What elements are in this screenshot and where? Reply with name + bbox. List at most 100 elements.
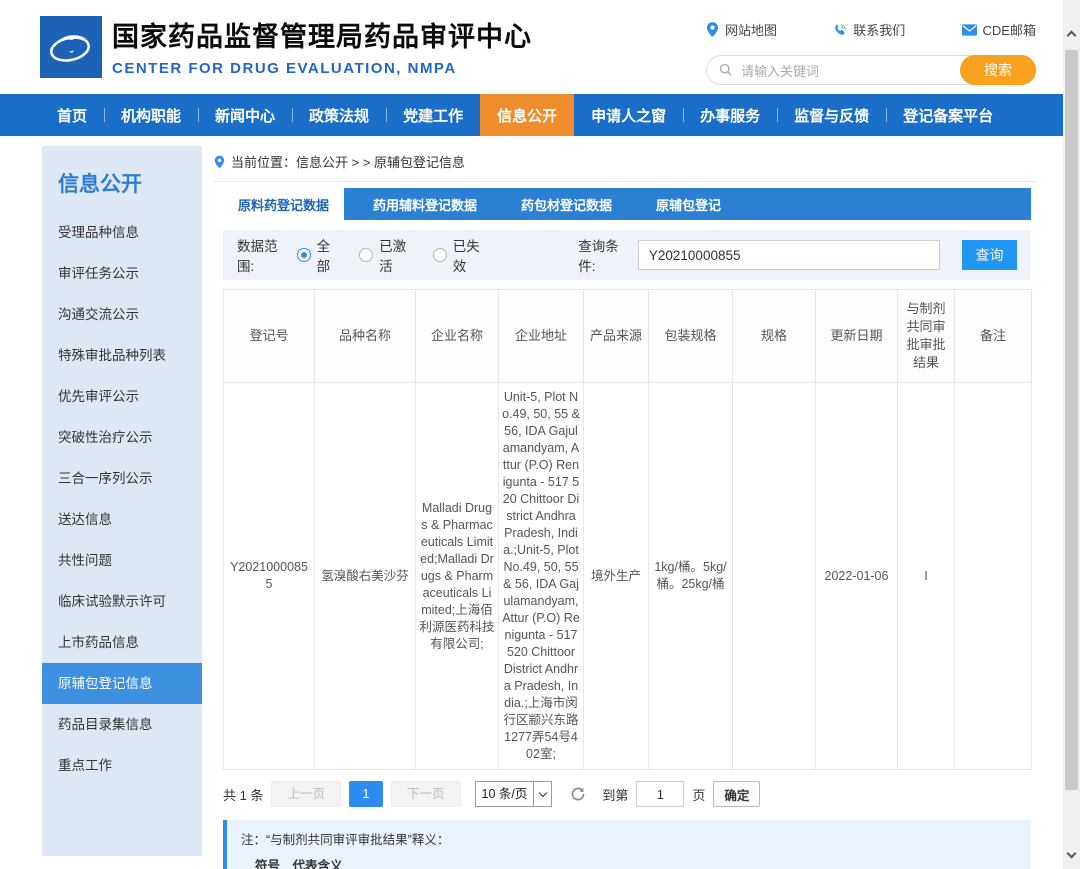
main-content: 当前位置：信息公开 > > 原辅包登记信息 原料药登记数据 药用辅料登记数据 药…: [214, 146, 1036, 869]
nav-item-registration-platform[interactable]: 登记备案平台: [886, 94, 1010, 136]
nav-item-news[interactable]: 新闻中心: [198, 94, 292, 136]
breadcrumb-pin-icon: [214, 155, 225, 169]
tab-api-data[interactable]: 原料药登记数据: [223, 188, 344, 220]
header: 国家药品监督管理局药品审评中心 CENTER FOR DRUG EVALUATI…: [0, 0, 1080, 94]
sidebar-item-three-in-one[interactable]: 三合一序列公示: [42, 458, 202, 499]
sidebar-item-key-work[interactable]: 重点工作: [42, 745, 202, 786]
location-pin-icon: [706, 22, 719, 37]
nav-item-applicant-window[interactable]: 申请人之窗: [574, 94, 683, 136]
radio-all-control[interactable]: [297, 248, 311, 262]
legend-note: 注：“与制剂共同审评审批结果”释义： 符号 代表含义 A 已批准在上市制剂使用的…: [223, 820, 1031, 869]
table-row: Y20210000855 氢溴酸右美沙芬 Malladi Drugs & Pha…: [224, 383, 1032, 770]
col-product-source: 产品来源: [584, 290, 649, 383]
breadcrumb-text: 当前位置：信息公开 > > 原辅包登记信息: [231, 152, 465, 171]
col-company-address: 企业地址: [499, 290, 584, 383]
next-page-button[interactable]: 下一页: [391, 781, 461, 807]
tab-excipient-data[interactable]: 药用辅料登记数据: [358, 188, 492, 220]
col-joint-review-result: 与制剂共同审批审批结果: [898, 290, 955, 383]
page: 国家药品监督管理局药品审评中心 CENTER FOR DRUG EVALUATI…: [0, 0, 1080, 869]
sidebar-item-clinical-trial-license[interactable]: 临床试验默示许可: [42, 581, 202, 622]
sidebar-item-breakthrough-therapy[interactable]: 突破性治疗公示: [42, 417, 202, 458]
col-registration-no: 登记号: [224, 290, 315, 383]
query-input[interactable]: [638, 240, 940, 270]
cell-packaging-spec: 1kg/桶。5kg/桶。25kg/桶: [649, 383, 733, 770]
scroll-down-icon[interactable]: [1067, 849, 1077, 859]
search-button[interactable]: 搜索: [960, 55, 1036, 85]
nav-item-services[interactable]: 办事服务: [683, 94, 777, 136]
sidebar-item-delivery-info[interactable]: 送达信息: [42, 499, 202, 540]
sidebar-item-marketed-drugs[interactable]: 上市药品信息: [42, 622, 202, 663]
mail-icon: [962, 24, 977, 36]
cell-company-address: Unit-5, Plot No.49, 50, 55 & 56, IDA Gaj…: [499, 383, 584, 770]
nav-item-functions[interactable]: 机构职能: [104, 94, 198, 136]
contact-label: 联系我们: [853, 20, 905, 39]
scope-label: 数据范围:: [237, 235, 287, 275]
sitemap-link[interactable]: 网站地图: [706, 20, 777, 39]
radio-activated-control[interactable]: [359, 248, 373, 262]
tab-packaging-data[interactable]: 药包材登记数据: [506, 188, 627, 220]
page-unit-label: 页: [692, 785, 705, 804]
sidebar-item-communication[interactable]: 沟通交流公示: [42, 294, 202, 335]
radio-activated-label: 已激活: [379, 235, 409, 275]
sidebar-item-priority-review[interactable]: 优先审评公示: [42, 376, 202, 417]
contact-link[interactable]: 联系我们: [833, 20, 905, 39]
page-size-dropdown-arrow[interactable]: [533, 782, 551, 806]
site-subtitle: CENTER FOR DRUG EVALUATION, NMPA: [112, 60, 532, 77]
tab-bar: 原料药登记数据 药用辅料登记数据 药包材登记数据 原辅包登记: [223, 188, 1031, 220]
tab-registration[interactable]: 原辅包登记: [641, 188, 736, 220]
sidebar-item-common-issues[interactable]: 共性问题: [42, 540, 202, 581]
cell-product-name: 氢溴酸右美沙芬: [315, 383, 416, 770]
quick-links: 网站地图 联系我们 CDE邮箱: [706, 20, 1036, 39]
col-update-date: 更新日期: [816, 290, 898, 383]
nav-item-policy[interactable]: 政策法规: [292, 94, 386, 136]
radio-all-label: 全部: [317, 235, 336, 275]
sidebar-item-review-tasks[interactable]: 审评任务公示: [42, 253, 202, 294]
nav-item-supervision-feedback[interactable]: 监督与反馈: [777, 94, 886, 136]
note-title: 注：“与制剂共同审评审批结果”释义：: [241, 830, 1015, 850]
mailbox-label: CDE邮箱: [983, 20, 1036, 39]
breadcrumb: 当前位置：信息公开 > > 原辅包登记信息: [214, 146, 1036, 182]
prev-page-button[interactable]: 上一页: [271, 781, 341, 807]
nav-item-party-building[interactable]: 党建工作: [386, 94, 480, 136]
note-header: 符号 代表含义: [241, 856, 1015, 869]
scrollbar-thumb[interactable]: [1065, 50, 1078, 790]
confirm-button[interactable]: 确定: [713, 781, 760, 807]
goto-page-input[interactable]: [636, 781, 684, 807]
cde-logo: [40, 16, 102, 78]
site-title: 国家药品监督管理局药品审评中心: [112, 15, 532, 54]
cell-registration-no: Y20210000855: [224, 383, 315, 770]
col-remarks: 备注: [955, 290, 1032, 383]
search-placeholder: 请输入关键词: [741, 61, 819, 80]
nav-item-info-disclosure[interactable]: 信息公开: [480, 94, 574, 136]
radio-expired[interactable]: 已失效: [433, 235, 483, 275]
sidebar-item-raw-material-registration[interactable]: 原辅包登记信息: [42, 663, 202, 704]
current-page-button[interactable]: 1: [349, 781, 383, 807]
radio-expired-control[interactable]: [433, 248, 447, 262]
scroll-up-icon[interactable]: [1067, 31, 1077, 41]
query-button[interactable]: 查询: [962, 240, 1017, 270]
vertical-scrollbar[interactable]: [1063, 0, 1080, 869]
refresh-icon[interactable]: [570, 786, 586, 802]
nav-item-home[interactable]: 首页: [40, 94, 104, 136]
cell-remarks: [955, 383, 1032, 770]
sidebar-item-drug-catalog[interactable]: 药品目录集信息: [42, 704, 202, 745]
site-search[interactable]: 请输入关键词 搜索: [706, 55, 1036, 85]
col-product-name: 品种名称: [315, 290, 416, 383]
sidebar-item-accepted-products[interactable]: 受理品种信息: [42, 212, 202, 253]
filter-bar: 数据范围: 全部 已激活 已失效 查询条件: 查询: [223, 230, 1031, 280]
phone-icon: [833, 23, 847, 37]
total-count: 共 1 条: [223, 785, 263, 804]
radio-all[interactable]: 全部: [297, 235, 336, 275]
mailbox-link[interactable]: CDE邮箱: [962, 20, 1036, 39]
sidebar-item-special-approval-list[interactable]: 特殊审批品种列表: [42, 335, 202, 376]
cell-joint-review-result: I: [898, 383, 955, 770]
page-size-select[interactable]: 10 条/页: [475, 781, 553, 807]
results-table: 登记号 品种名称 企业名称 企业地址 产品来源 包装规格 规格 更新日期 与制剂…: [223, 289, 1032, 770]
cell-product-source: 境外生产: [584, 383, 649, 770]
col-packaging-spec: 包装规格: [649, 290, 733, 383]
radio-activated[interactable]: 已激活: [359, 235, 409, 275]
scope-radio-group: 全部 已激活 已失效: [297, 235, 483, 275]
brand: 国家药品监督管理局药品审评中心 CENTER FOR DRUG EVALUATI…: [112, 15, 532, 77]
radio-expired-label: 已失效: [453, 235, 483, 275]
col-company-name: 企业名称: [416, 290, 499, 383]
